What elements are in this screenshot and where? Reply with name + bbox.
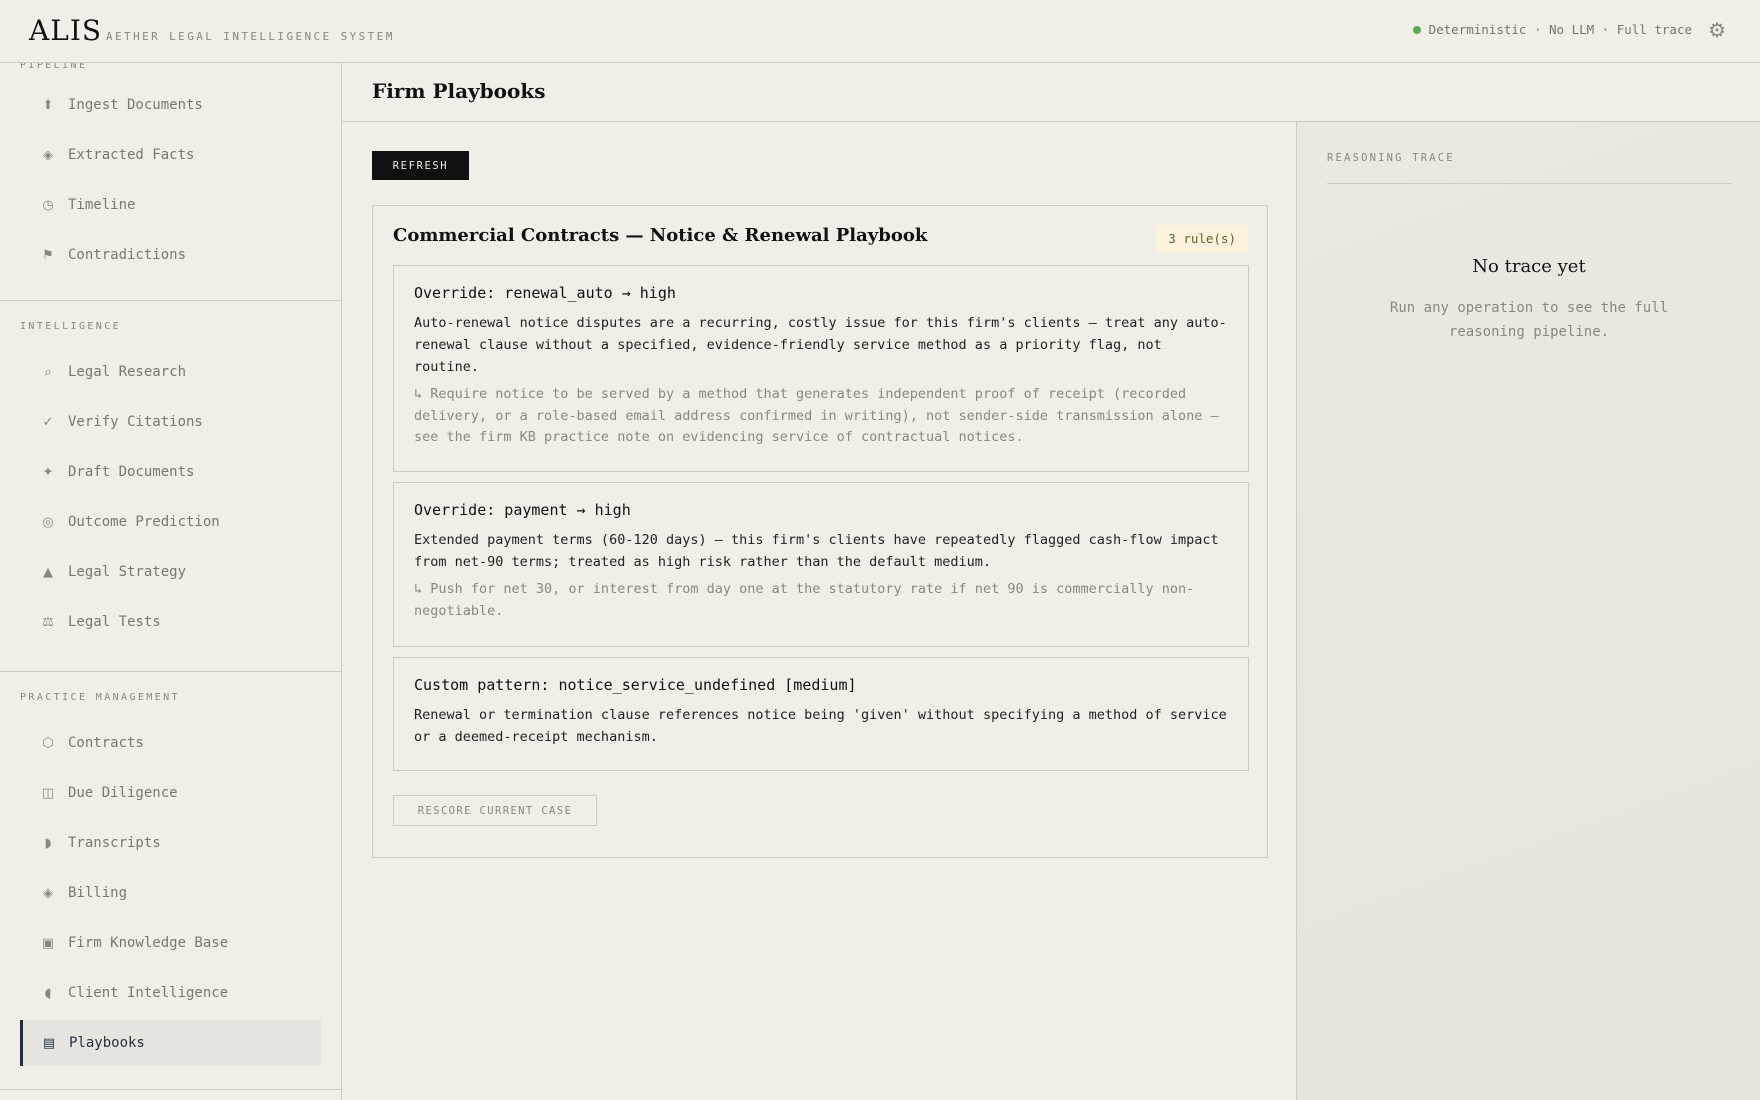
sidebar-item-label: Verify Citations xyxy=(68,414,203,430)
rule-description: Extended payment terms (60-120 days) — t… xyxy=(414,532,1219,570)
panel-title: REASONING TRACE xyxy=(1327,152,1455,164)
diamond-icon: ◈ xyxy=(43,885,53,901)
sidebar-item-draft-documents[interactable]: ✦ Draft Documents xyxy=(20,449,321,495)
check-icon: ✓ xyxy=(42,414,54,430)
sidebar-item-outcome-prediction[interactable]: ◎ Outcome Prediction xyxy=(20,499,321,545)
sidebar-item-label: Legal Tests xyxy=(68,614,161,630)
sidebar-item-label: Timeline xyxy=(68,197,136,213)
sidebar-item-label: Client Intelligence xyxy=(68,985,229,1001)
engine-status: Deterministic · No LLM · Full trace xyxy=(1412,22,1692,37)
sidebar-section-practice-management: PRACTICE MANAGEMENT ⬡ Contracts ◫ Due Dili… xyxy=(0,672,341,1090)
sidebar-item-label: Legal Strategy xyxy=(68,564,187,580)
sidebar-item-billing[interactable]: ◈ Billing xyxy=(20,870,321,916)
rule-title: Override: payment → high xyxy=(414,501,631,519)
sidebar-item-label: Extracted Facts xyxy=(68,147,195,163)
app-subtitle: AETHER LEGAL INTELLIGENCE SYSTEM xyxy=(106,30,395,43)
rule-title: Override: renewal_auto → high xyxy=(414,284,676,302)
clock-icon: ◷ xyxy=(42,197,54,213)
sidebar-item-verify-citations[interactable]: ✓ Verify Citations xyxy=(20,399,321,445)
sidebar-section-pipeline: PIPELINE ⬆ Ingest Documents ◈ Extracted Fa… xyxy=(0,63,341,301)
sidebar-item-label: Due Diligence xyxy=(68,785,178,801)
rule-count-badge: 3 rule(s) xyxy=(1156,225,1248,252)
sidebar-item-contradictions[interactable]: ⚑ Contradictions xyxy=(20,232,321,278)
playbook-title: Commercial Contracts — Notice & Renewal … xyxy=(393,225,928,246)
sidebar-item-contracts[interactable]: ⬡ Contracts xyxy=(20,720,321,766)
sidebar-item-extracted-facts[interactable]: ◈ Extracted Facts xyxy=(20,132,321,178)
rule-title: Custom pattern: notice_service_undefined… xyxy=(414,676,857,694)
section-label: PRACTICE MANAGEMENT xyxy=(20,692,180,703)
split-square-icon: ◫ xyxy=(41,785,55,801)
half-circle-icon: ◗ xyxy=(44,835,52,851)
sidebar-item-timeline[interactable]: ◷ Timeline xyxy=(20,182,321,228)
sidebar-section-intelligence: INTELLIGENCE ⌕ Legal Research ✓ Verify Cit… xyxy=(0,301,341,672)
half-circle-icon: ◖ xyxy=(44,985,52,1001)
sidebar: PIPELINE ⬆ Ingest Documents ◈ Extracted Fa… xyxy=(0,63,342,1100)
gear-icon[interactable]: ⚙ xyxy=(1708,18,1726,42)
empty-state-title: No trace yet xyxy=(1472,256,1586,277)
triangle-icon: ▲ xyxy=(43,564,53,580)
sparkle-icon: ✦ xyxy=(42,464,54,480)
sidebar-item-label: Draft Documents xyxy=(68,464,195,480)
refresh-button[interactable]: REFRESH xyxy=(372,151,469,180)
status-dot-icon xyxy=(1412,25,1421,34)
hexagon-icon: ⬡ xyxy=(42,735,54,751)
sidebar-item-label: Outcome Prediction xyxy=(68,514,220,530)
rule-description: Renewal or termination clause references… xyxy=(414,707,1227,745)
search-icon: ⌕ xyxy=(44,364,52,380)
app-logo: ALIS xyxy=(29,14,103,47)
sidebar-item-label: Ingest Documents xyxy=(68,97,203,113)
playbook-card: Commercial Contracts — Notice & Renewal … xyxy=(372,205,1268,858)
top-bar: ALIS AETHER LEGAL INTELLIGENCE SYSTEM De… xyxy=(0,0,1760,63)
sidebar-item-label: Legal Research xyxy=(68,364,187,380)
sidebar-item-playbooks[interactable]: ▤ Playbooks xyxy=(20,1020,321,1066)
page-title: Firm Playbooks xyxy=(372,79,546,103)
reasoning-trace-panel: REASONING TRACE No trace yet Run any ope… xyxy=(1296,122,1760,1100)
sidebar-item-label: Playbooks xyxy=(69,1035,145,1051)
rule-description: Auto-renewal notice disputes are a recur… xyxy=(414,315,1227,375)
sidebar-item-label: Contracts xyxy=(68,735,144,751)
empty-state-message: Run any operation to see the full reason… xyxy=(1389,300,1669,340)
rule-recommendation: ↳ Push for net 30, or interest from day … xyxy=(414,581,1195,619)
sidebar-item-ingest-documents[interactable]: ⬆ Ingest Documents xyxy=(20,82,321,128)
target-icon: ◎ xyxy=(42,514,54,530)
sidebar-item-legal-tests[interactable]: ⚖ Legal Tests xyxy=(20,599,321,645)
scales-icon: ⚖ xyxy=(42,614,54,630)
list-icon: ▤ xyxy=(42,1035,56,1051)
main-content: REFRESH Commercial Contracts — Notice & … xyxy=(342,122,1296,1100)
upload-icon: ⬆ xyxy=(42,97,54,113)
diamond-icon: ◈ xyxy=(43,147,53,163)
rule-card: Override: payment → high Extended paymen… xyxy=(393,482,1249,647)
sidebar-item-label: Contradictions xyxy=(68,247,187,263)
sidebar-item-label: Billing xyxy=(68,885,128,901)
sidebar-item-label: Transcripts xyxy=(68,835,161,851)
sidebar-item-legal-strategy[interactable]: ▲ Legal Strategy xyxy=(20,549,321,595)
divider xyxy=(1327,183,1731,184)
filled-square-icon: ▣ xyxy=(41,935,55,951)
sidebar-item-transcripts[interactable]: ◗ Transcripts xyxy=(20,820,321,866)
rule-recommendation: ↳ Require notice to be served by a metho… xyxy=(414,386,1219,445)
rule-card: Override: renewal_auto → high Auto-renew… xyxy=(393,265,1249,472)
section-label: INTELLIGENCE xyxy=(20,321,122,332)
sidebar-item-label: Firm Knowledge Base xyxy=(68,935,229,951)
sidebar-item-client-intelligence[interactable]: ◖ Client Intelligence xyxy=(20,970,321,1016)
sidebar-item-due-diligence[interactable]: ◫ Due Diligence xyxy=(20,770,321,816)
section-label: PIPELINE xyxy=(20,63,88,71)
main-header: Firm Playbooks xyxy=(342,63,1760,122)
status-text: Deterministic · No LLM · Full trace xyxy=(1428,22,1692,37)
sidebar-item-firm-knowledge-base[interactable]: ▣ Firm Knowledge Base xyxy=(20,920,321,966)
flag-icon: ⚑ xyxy=(42,247,54,263)
rescore-current-case-button[interactable]: RESCORE CURRENT CASE xyxy=(393,795,597,826)
rule-card: Custom pattern: notice_service_undefined… xyxy=(393,657,1249,771)
sidebar-item-legal-research[interactable]: ⌕ Legal Research xyxy=(20,349,321,395)
